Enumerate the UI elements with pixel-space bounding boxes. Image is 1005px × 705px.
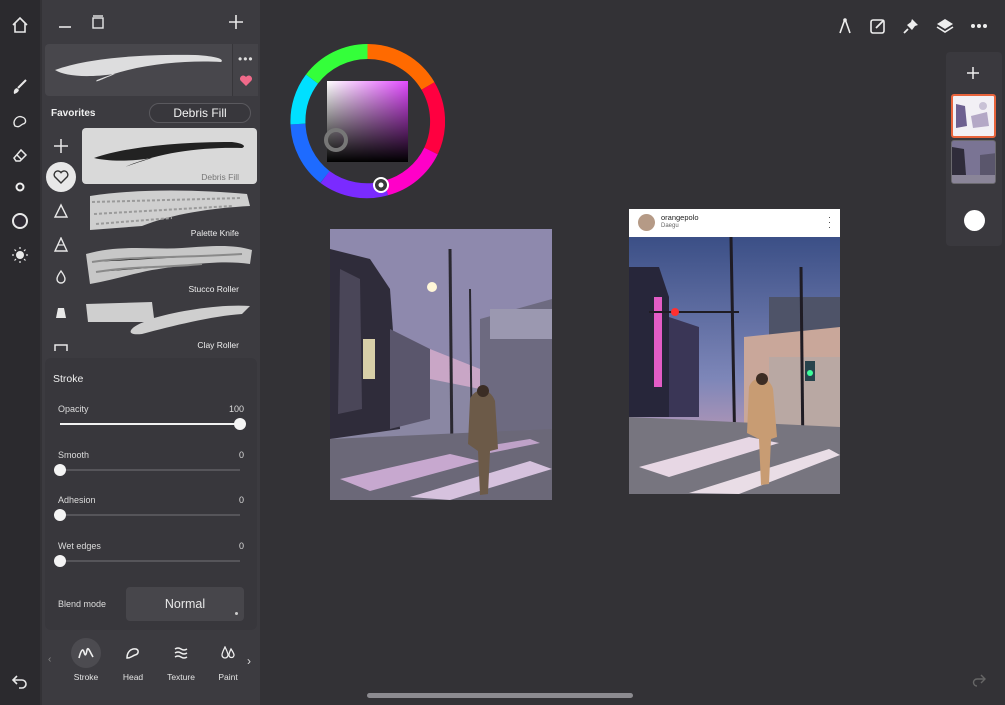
slider-fill [60,423,240,425]
reference-header: orangepolo Daegu · · · [629,209,840,237]
home-indicator[interactable] [367,693,633,698]
brush-item-stucco-roller[interactable]: Stucco Roller [82,240,257,296]
stroke-icon[interactable] [46,330,76,360]
brush-panel: ••• Favorites Debris Fill Debris Fill Pa… [42,0,260,705]
tab-label: Paint [218,672,238,682]
tab-stroke[interactable]: Stroke [64,636,108,686]
edit-icon[interactable] [866,14,890,38]
heart-icon[interactable] [239,74,253,92]
tab-paint[interactable]: Paint [206,636,250,686]
brush-item-clay-roller[interactable]: Clay Roller [82,296,257,352]
more-icon[interactable] [967,14,991,38]
param-value: 0 [238,495,244,505]
brush-size-icon[interactable] [0,170,40,204]
preview-actions: ••• [232,44,258,96]
param-label: Opacity [58,404,89,414]
slider-knob[interactable] [54,464,66,476]
current-brush-name[interactable]: Debris Fill [149,103,251,123]
layer-thumbnail-active[interactable] [951,94,996,138]
minimize-icon[interactable] [53,10,77,34]
add-brush-icon[interactable] [224,10,248,34]
layer-thumbnail[interactable] [951,140,996,184]
add-layer-icon[interactable] [965,65,981,86]
slider-track[interactable] [60,469,240,471]
chevron-left-icon[interactable]: ‹ [48,654,51,665]
more-options-icon[interactable]: ••• [238,52,254,66]
more-options-icon[interactable]: · · · [828,213,831,232]
add-icon[interactable] [46,131,76,161]
layer-color-swatch[interactable] [964,210,985,231]
brush-item-palette-knife[interactable]: Palette Knife [82,184,257,240]
painting-artwork[interactable] [330,229,552,500]
slider-track[interactable] [60,514,240,516]
brush-name: Stucco Roller [188,284,239,294]
tab-label: Texture [167,672,195,682]
blend-mode-select[interactable]: Normal [126,587,244,621]
brush-name: Clay Roller [197,340,239,350]
reference-location: Daegu [661,223,679,229]
favorites-label: Favorites [51,108,96,119]
panel-header [42,0,260,44]
smooth-slider[interactable]: Smooth 0 [54,450,244,476]
wet-edges-slider[interactable]: Wet edges 0 [54,541,244,567]
color-swatch-icon[interactable] [0,204,40,238]
stroke-title: Stroke [53,373,84,385]
slider-knob[interactable] [54,509,66,521]
triangle-icon[interactable] [46,196,76,226]
block-icon[interactable] [46,297,76,327]
param-value: 0 [238,541,244,551]
heart-icon[interactable] [46,162,76,192]
tab-label: Head [122,672,144,682]
head-tab-icon [118,638,148,668]
reference-photo[interactable]: orangepolo Daegu · · · [629,209,840,494]
brush-settings-tabs: ‹ Stroke Head Texture Paint › [42,632,260,688]
opacity-slider[interactable]: Opacity 100 [58,404,246,430]
tab-texture[interactable]: Texture [159,636,203,686]
redo-icon[interactable] [971,672,987,693]
brush-preview[interactable]: ••• [45,44,258,96]
brush-name: Palette Knife [190,228,239,238]
brush-item-debris-fill[interactable]: Debris Fill [82,128,257,184]
param-label: Smooth [58,450,90,460]
texture-tab-icon [166,638,196,668]
layers-panel [946,52,1002,246]
tab-head[interactable]: Head [111,636,155,686]
tab-label: Stroke [73,672,99,682]
param-value: 100 [228,404,244,414]
slider-knob[interactable] [234,418,246,430]
stroke-tab-icon [71,638,101,668]
paint-tab-icon [213,638,243,668]
dropdown-indicator-icon [235,612,238,615]
ruler-icon[interactable] [833,14,857,38]
home-icon[interactable] [0,8,40,42]
layers-icon[interactable] [933,14,957,38]
blend-mode-label: Blend mode [58,599,107,609]
pin-icon[interactable] [899,14,923,38]
brush-name: Debris Fill [201,172,239,182]
chevron-right-icon[interactable]: › [247,654,251,668]
adhesion-slider[interactable]: Adhesion 0 [54,495,244,521]
stroke-settings: Stroke Opacity 100 Smooth 0 Adhesion 0 W… [45,358,257,630]
slider-track[interactable] [60,560,240,562]
blend-mode-value: Normal [164,597,206,611]
undo-icon[interactable] [0,664,40,698]
slider-knob[interactable] [54,555,66,567]
color-picker[interactable] [290,43,446,199]
smudge-icon[interactable] [0,104,40,138]
param-label: Wet edges [58,541,101,551]
drop-icon[interactable] [46,262,76,292]
param-label: Adhesion [58,495,96,505]
avatar [638,214,655,231]
opacity-icon[interactable] [0,238,40,272]
tool-rail [0,0,40,705]
eraser-icon[interactable] [0,138,40,172]
param-value: 0 [238,450,244,460]
cone-icon[interactable] [46,230,76,260]
reference-username: orangepolo [661,213,699,222]
window-icon[interactable] [86,10,110,34]
brush-icon[interactable] [0,70,40,104]
